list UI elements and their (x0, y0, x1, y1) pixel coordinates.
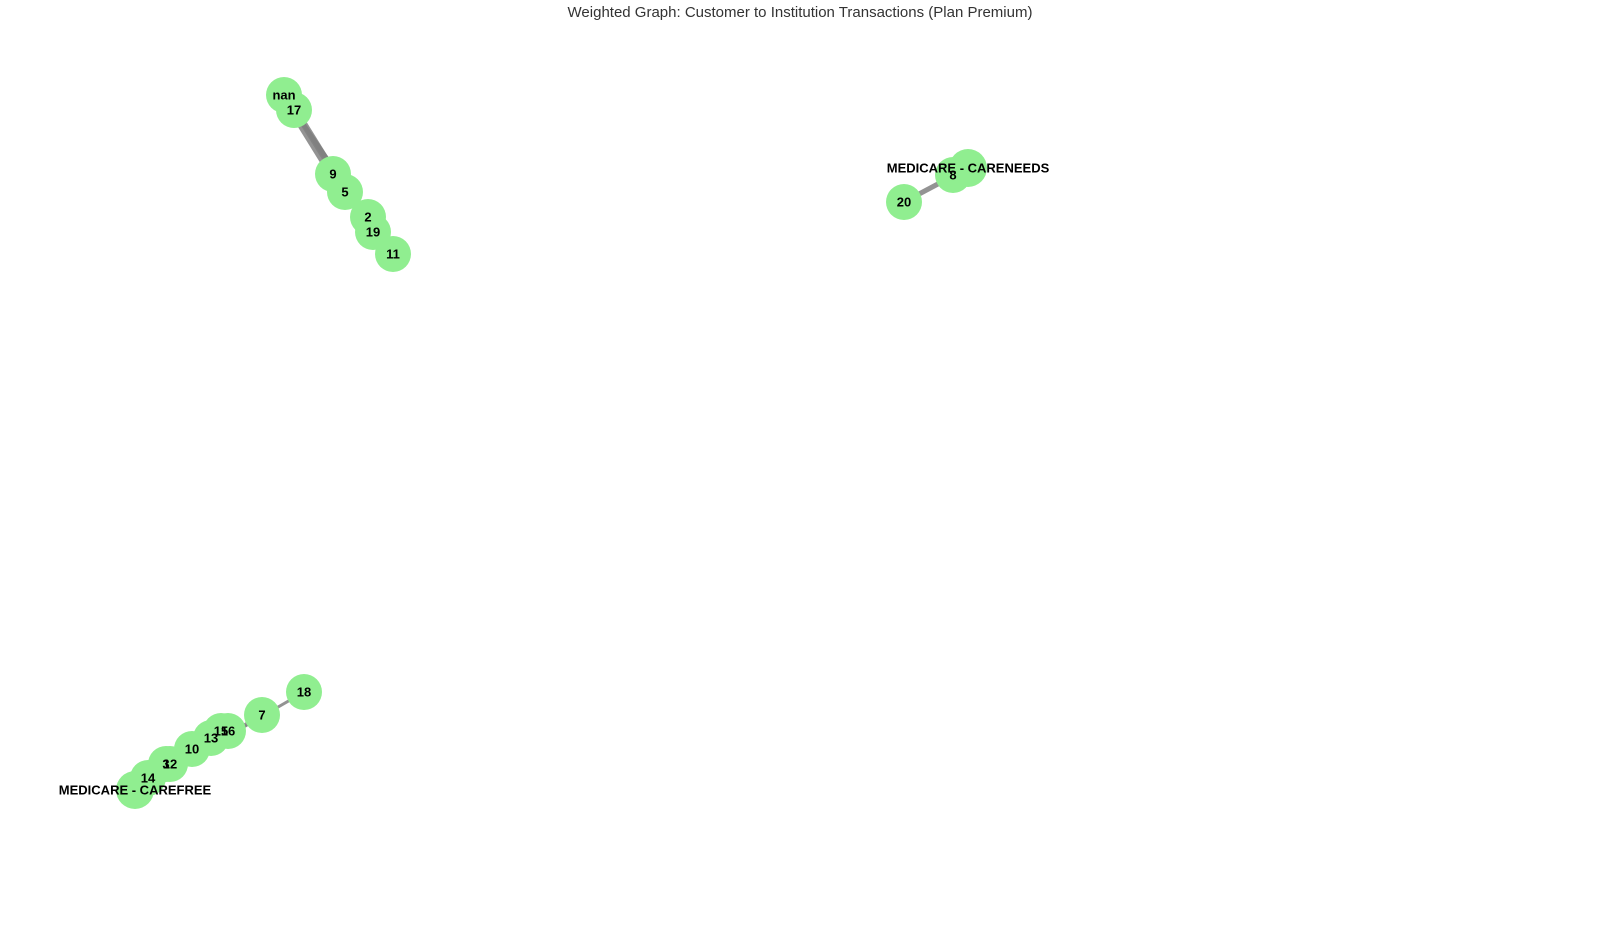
node-label: MEDICARE - CARENEEDS (887, 161, 1050, 176)
node-label: 7 (258, 708, 265, 723)
node-label: 10 (185, 742, 199, 757)
chart-title: Weighted Graph: Customer to Institution … (568, 4, 1033, 21)
node-label: 3 (162, 757, 169, 772)
edge-layer (0, 0, 1600, 927)
graph-container: Weighted Graph: Customer to Institution … (0, 0, 1600, 927)
node-label: 17 (287, 103, 301, 118)
node-label: 9 (329, 167, 336, 182)
node-label: 13 (204, 731, 218, 746)
node-label: 5 (341, 185, 348, 200)
node-label: 19 (366, 225, 380, 240)
node-label: 18 (297, 685, 311, 700)
node-label: 8 (949, 168, 956, 183)
node-label: 2 (364, 210, 371, 225)
node-label: 20 (897, 195, 911, 210)
node-label: nan (272, 88, 295, 103)
node-label: 11 (386, 247, 400, 262)
node-label: MEDICARE - CAREFREE (59, 783, 211, 798)
